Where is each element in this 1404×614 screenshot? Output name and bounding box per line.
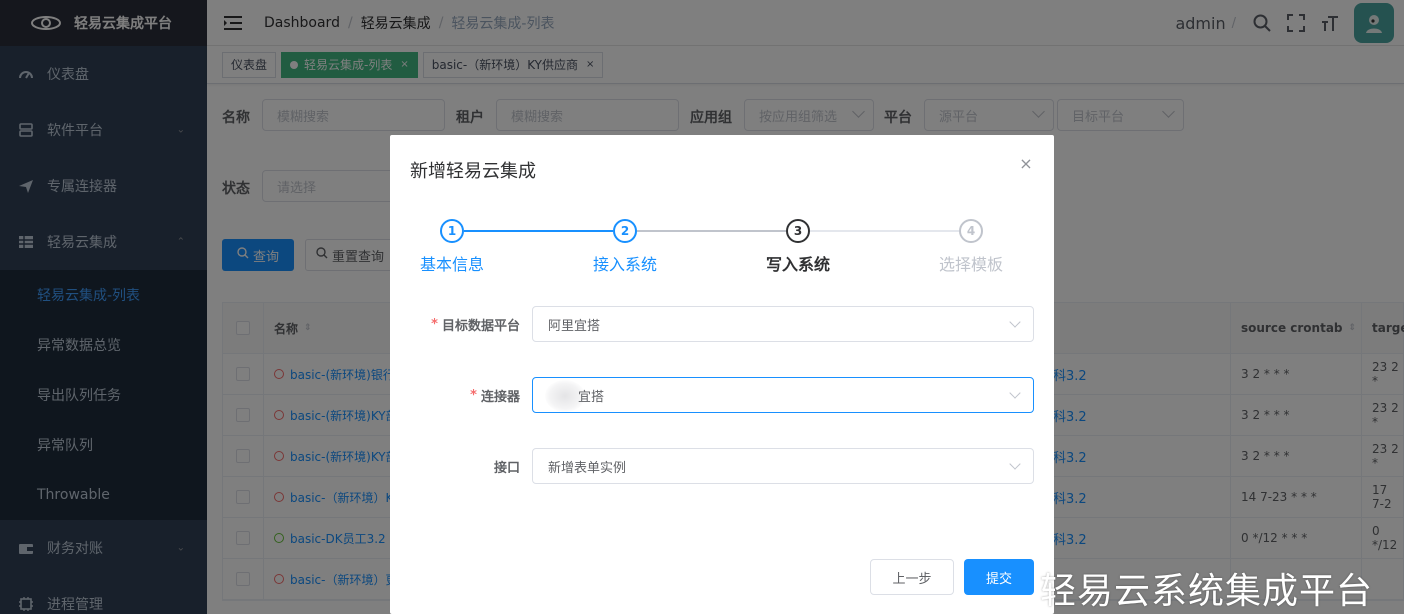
select-value: 新增表单实例 [548,460,627,476]
select-value: 阿里宜搭 [548,318,601,334]
add-integration-dialog: 新增轻易云集成 × 1 基本信息 2 接入系统 3 写入系统 4 选择模板 * … [390,135,1054,614]
chevron-down-icon [1009,387,1021,399]
chevron-down-icon [1009,458,1021,470]
steps: 1 基本信息 2 接入系统 3 写入系统 4 选择模板 [390,219,1054,279]
step-source-system: 2 接入系统 [565,219,685,275]
step-number: 3 [786,219,810,243]
chevron-down-icon [1009,316,1021,328]
required-marker: * [470,387,477,403]
step-basic-info: 1 基本信息 [392,219,512,275]
watermark: 轻易云系统集成平台 [1040,571,1374,612]
target-platform-label: * 目标数据平台 [431,306,520,342]
field-label: 目标数据平台 [441,318,520,334]
previous-step-button[interactable]: 上一步 [870,559,954,595]
field-label: 连接器 [480,389,520,405]
interface-select[interactable]: 新增表单实例 [532,448,1034,484]
required-marker: * [431,316,438,332]
field-label: 接口 [493,460,520,476]
connector-label: * 连接器 [470,377,520,413]
connector-select[interactable]: 宜搭 [532,377,1034,413]
target-platform-select[interactable]: 阿里宜搭 [532,306,1034,342]
step-number: 2 [613,219,637,243]
close-icon[interactable]: × [1018,154,1034,173]
form-row-interface: 接口 新增表单实例 [390,448,1054,484]
step-label: 接入系统 [592,255,657,274]
select-value: 宜搭 [578,389,605,405]
step-label: 写入系统 [765,255,830,274]
step-number: 4 [959,219,983,243]
dialog-title: 新增轻易云集成 [410,161,536,182]
interface-label: 接口 [494,448,520,484]
step-select-template: 4 选择模板 [911,219,1031,275]
step-label: 基本信息 [419,255,484,274]
step-target-system: 3 写入系统 [738,219,858,275]
form-row-connector: * 连接器 宜搭 [390,377,1054,413]
step-label: 选择模板 [938,255,1003,274]
submit-button[interactable]: 提交 [964,559,1034,595]
form-row-target-platform: * 目标数据平台 阿里宜搭 [390,306,1054,342]
step-number: 1 [440,219,464,243]
